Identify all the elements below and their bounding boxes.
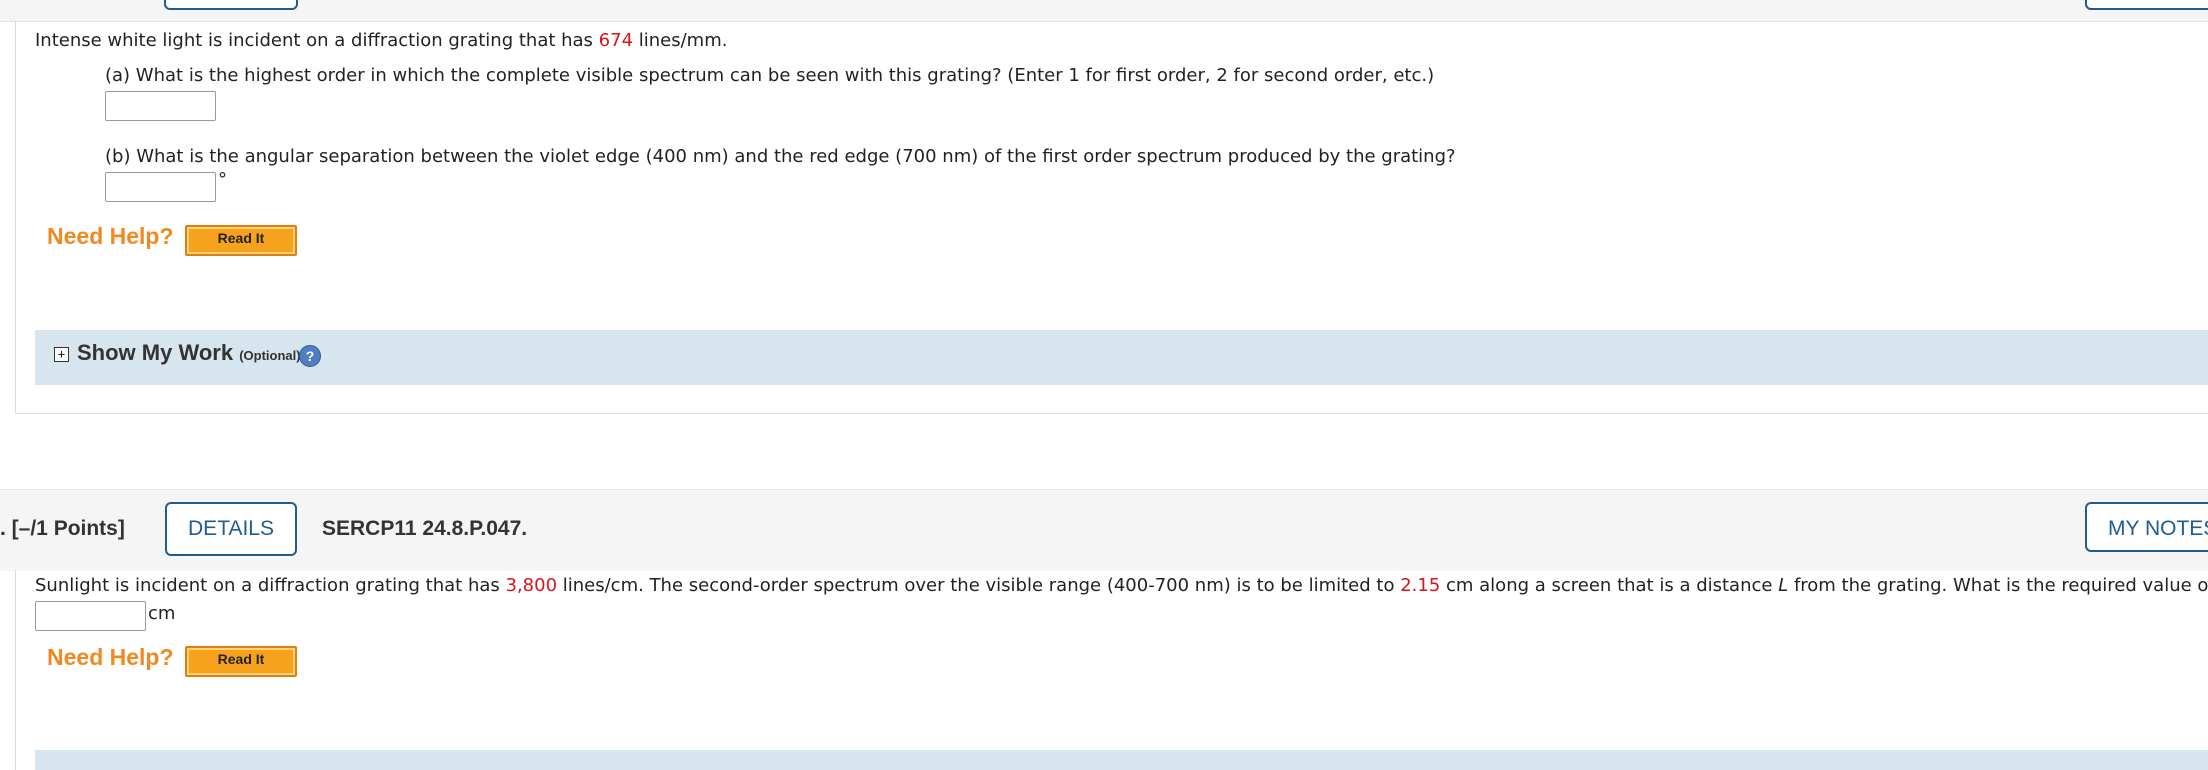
question-2-panel: [15, 570, 2208, 770]
part-b-prompt: (b) What is the angular separation betwe…: [105, 146, 1456, 167]
question-2-prompt: Sunlight is incident on a diffraction gr…: [35, 573, 2208, 599]
previous-details-button[interactable]: [164, 0, 298, 10]
show-my-work-bar[interactable]: [35, 330, 2208, 385]
question-1-intro-unit: lines/mm.: [633, 30, 728, 51]
variable-l: L: [1778, 575, 1789, 596]
spectrum-width-value: 2.15: [1400, 575, 1441, 596]
show-my-work-bar-2[interactable]: [35, 750, 2208, 770]
need-help-label-2: Need Help?: [47, 644, 174, 670]
q2-text-3: cm along a screen that is a distance: [1440, 575, 1779, 596]
previous-question-header: [0, 0, 2208, 22]
degree-unit: °: [218, 169, 227, 190]
points-label: . [–/1 Points]: [0, 517, 125, 540]
q2-text-2: lines/cm. The second-order spectrum over…: [557, 575, 1401, 596]
need-help-label: Need Help?: [47, 223, 174, 249]
details-button[interactable]: DETAILS: [165, 502, 297, 556]
help-question-icon[interactable]: ?: [299, 345, 321, 367]
part-a-prompt: (a) What is the highest order in which t…: [105, 65, 1435, 86]
part-b-answer-input[interactable]: [105, 172, 216, 202]
lines-per-mm-value: 674: [598, 30, 634, 51]
part-a-answer-input[interactable]: [105, 91, 216, 121]
read-it-button[interactable]: Read It: [185, 225, 297, 256]
lines-per-cm-value: 3,800: [505, 575, 558, 596]
q2-text-1: Sunlight is incident on a diffraction gr…: [35, 575, 506, 596]
q2-text-4: from the grating. What is the required v…: [1788, 575, 2208, 596]
expand-toggle-icon[interactable]: +: [54, 347, 69, 362]
question-1-intro: Intense white light is incident on a dif…: [35, 28, 727, 54]
question-code: SERCP11 24.8.P.047.: [322, 517, 528, 540]
my-notes-button[interactable]: MY NOTES: [2085, 502, 2208, 552]
optional-label: (Optional): [239, 348, 301, 363]
previous-my-notes-button[interactable]: [2085, 0, 2208, 10]
question-1-intro-text: Intense white light is incident on a dif…: [35, 30, 599, 51]
cm-unit: cm: [148, 603, 176, 624]
show-my-work-text: Show My Work: [77, 340, 234, 365]
show-my-work-label[interactable]: Show My Work (Optional): [77, 340, 301, 366]
distance-answer-input[interactable]: [35, 601, 146, 631]
read-it-button-2[interactable]: Read It: [185, 646, 297, 677]
